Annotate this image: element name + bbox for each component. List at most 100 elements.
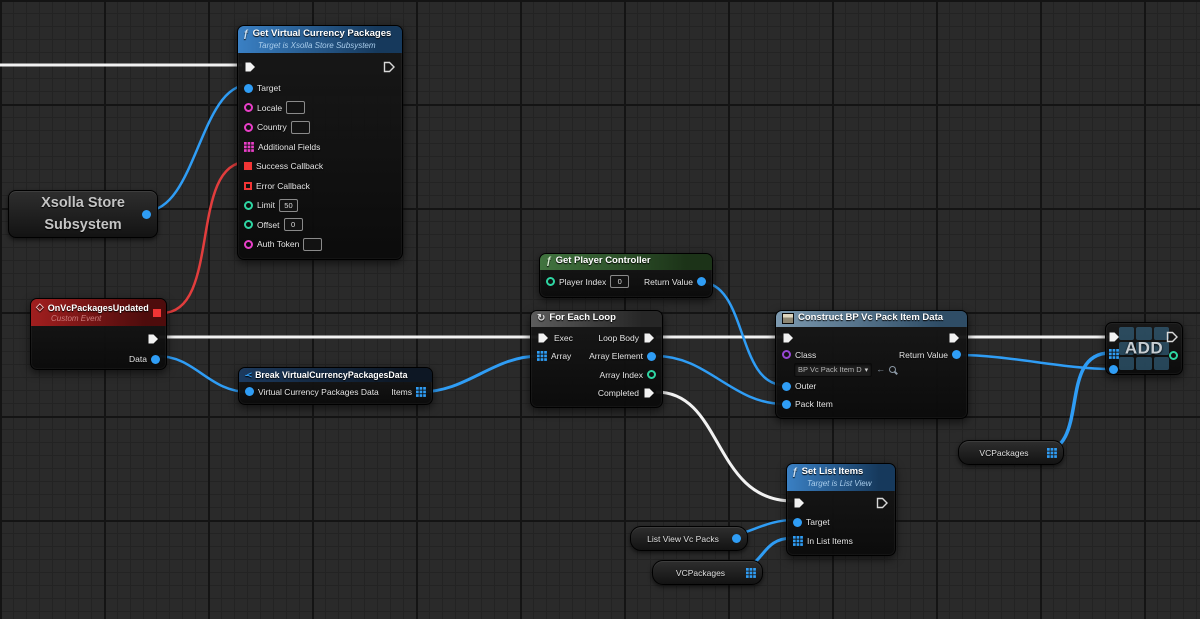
exec-in-pin[interactable]: [782, 332, 795, 344]
pin-label: Player Index: [559, 277, 606, 287]
variable-label: VCPackages: [676, 568, 725, 578]
wire-data-to-break[interactable]: [157, 356, 249, 392]
error-callback-pin[interactable]: [244, 182, 252, 190]
node-set-list-items[interactable]: ƒSet List Items Target is List View Targ…: [786, 463, 896, 556]
exec-in-pin[interactable]: [244, 61, 257, 73]
graph-canvas[interactable]: ƒGet Virtual Currency Packages Target is…: [0, 0, 1200, 619]
pin-label: Array Index: [600, 370, 643, 380]
node-header: ƒSet List Items Target is List View: [787, 464, 895, 491]
list-view-output-pin[interactable]: [732, 534, 741, 543]
exec-out-pin[interactable]: [1166, 331, 1179, 343]
pin-label: Error Callback: [256, 181, 310, 191]
node-xsolla-store-subsystem[interactable]: Xsolla Store Subsystem: [8, 190, 158, 238]
pin-label: Pack Item: [795, 399, 833, 409]
player-index-input[interactable]: 0: [610, 275, 629, 288]
search-icon[interactable]: [889, 366, 896, 373]
limit-pin[interactable]: [244, 201, 253, 210]
vcpackages-array-output-pin[interactable]: [1047, 448, 1057, 458]
target-pin[interactable]: [244, 84, 253, 93]
return-value-pin[interactable]: [952, 350, 961, 359]
pack-item-pin[interactable]: [782, 400, 791, 409]
exec-in-pin[interactable]: [1108, 331, 1121, 343]
array-index-pin[interactable]: [647, 370, 656, 379]
node-header: ↻For Each Loop: [531, 311, 662, 327]
loop-icon: ↻: [537, 313, 545, 325]
class-pin[interactable]: [782, 350, 791, 359]
subsystem-output-pin[interactable]: [142, 210, 151, 219]
offset-input[interactable]: 0: [284, 218, 303, 231]
variable-label: List View Vc Packs: [647, 534, 719, 544]
node-construct-bp-vc-pack-item-data[interactable]: Construct BP Vc Pack Item Data Class Ret…: [775, 310, 968, 419]
data-output-pin[interactable]: [151, 355, 160, 364]
node-header: ƒGet Virtual Currency Packages Target is…: [238, 26, 402, 53]
wire-completed-to-setlistitems[interactable]: [656, 392, 793, 501]
node-subtitle: Target is List View: [807, 479, 889, 488]
wire-xsolla-to-target[interactable]: [146, 85, 248, 211]
wire-items-to-array[interactable]: [420, 356, 540, 392]
pin-label: Completed: [598, 388, 639, 398]
limit-input[interactable]: 50: [279, 199, 298, 212]
exec-in-pin[interactable]: [537, 332, 550, 344]
node-on-vc-packages-updated[interactable]: ◇OnVcPackagesUpdated Custom Event Data: [30, 298, 167, 370]
auth-token-pin[interactable]: [244, 240, 253, 249]
exec-out-pin[interactable]: [383, 61, 396, 73]
country-pin[interactable]: [244, 123, 253, 132]
node-array-add[interactable]: ADD: [1105, 322, 1183, 375]
return-index-pin[interactable]: [1169, 351, 1178, 360]
in-list-items-array-pin[interactable]: [793, 536, 803, 546]
pin-label: Exec: [554, 333, 573, 343]
pin-label: Auth Token: [257, 239, 299, 249]
target-array-pin[interactable]: [1109, 349, 1119, 359]
wire-delegate-to-success-callback[interactable]: [162, 162, 247, 313]
exec-in-pin[interactable]: [793, 497, 806, 509]
reset-to-default-icon[interactable]: ←: [876, 365, 885, 374]
additional-fields-array-pin[interactable]: [244, 142, 254, 152]
wire-controller-to-outer[interactable]: [700, 282, 784, 385]
pin-label: Data: [129, 354, 147, 364]
new-item-pin[interactable]: [1109, 365, 1118, 374]
node-break-virtual-currency-packages-data[interactable]: -<Break VirtualCurrencyPackagesData Virt…: [238, 367, 433, 405]
node-get-player-controller[interactable]: ƒGet Player Controller Player Index0 Ret…: [539, 253, 713, 298]
return-value-pin[interactable]: [697, 277, 706, 286]
success-callback-pin[interactable]: [244, 162, 252, 170]
node-vcpackages-getter-bottom[interactable]: VCPackages: [652, 560, 763, 585]
loop-body-exec-pin[interactable]: [643, 332, 656, 344]
target-pin[interactable]: [793, 518, 802, 527]
node-header: ◇OnVcPackagesUpdated Custom Event: [31, 299, 166, 326]
function-icon: ƒ: [792, 467, 798, 479]
node-list-view-vc-packs-getter[interactable]: List View Vc Packs: [630, 526, 748, 551]
pin-label: Offset: [257, 220, 280, 230]
struct-input-pin[interactable]: [245, 387, 254, 396]
pin-label: Virtual Currency Packages Data: [258, 387, 379, 397]
country-input[interactable]: [291, 121, 310, 134]
pin-label: Limit: [257, 200, 275, 210]
offset-pin[interactable]: [244, 220, 253, 229]
delegate-output-pin[interactable]: [153, 309, 161, 317]
pin-label: Target: [806, 517, 830, 527]
class-select[interactable]: BP Vc Pack Item D▾: [794, 363, 872, 377]
exec-out-pin[interactable]: [876, 497, 889, 509]
pin-label: Outer: [795, 381, 816, 391]
node-for-each-loop[interactable]: ↻For Each Loop Exec Loop Body Array Arra…: [530, 310, 663, 408]
vcpackages-array-output-pin[interactable]: [746, 568, 756, 578]
array-input-pin[interactable]: [537, 351, 547, 361]
node-subtitle: Target is Xsolla Store Subsystem: [258, 41, 396, 50]
completed-exec-pin[interactable]: [643, 387, 656, 399]
locale-pin[interactable]: [244, 103, 253, 112]
player-index-pin[interactable]: [546, 277, 555, 286]
auth-token-input[interactable]: [303, 238, 322, 251]
node-vcpackages-getter-right[interactable]: VCPackages: [958, 440, 1064, 465]
pin-label: Class: [795, 350, 816, 360]
pin-label: Success Callback: [256, 161, 323, 171]
function-icon: ƒ: [243, 29, 249, 41]
node-get-virtual-currency-packages[interactable]: ƒGet Virtual Currency Packages Target is…: [237, 25, 403, 260]
array-element-pin[interactable]: [647, 352, 656, 361]
exec-out-pin[interactable]: [147, 333, 160, 345]
locale-input[interactable]: [286, 101, 305, 114]
pin-label: Target: [257, 83, 281, 93]
outer-pin[interactable]: [782, 382, 791, 391]
pin-label: Locale: [257, 103, 282, 113]
items-array-output-pin[interactable]: [416, 387, 426, 397]
exec-out-pin[interactable]: [948, 332, 961, 344]
pin-label: Items: [391, 387, 412, 397]
